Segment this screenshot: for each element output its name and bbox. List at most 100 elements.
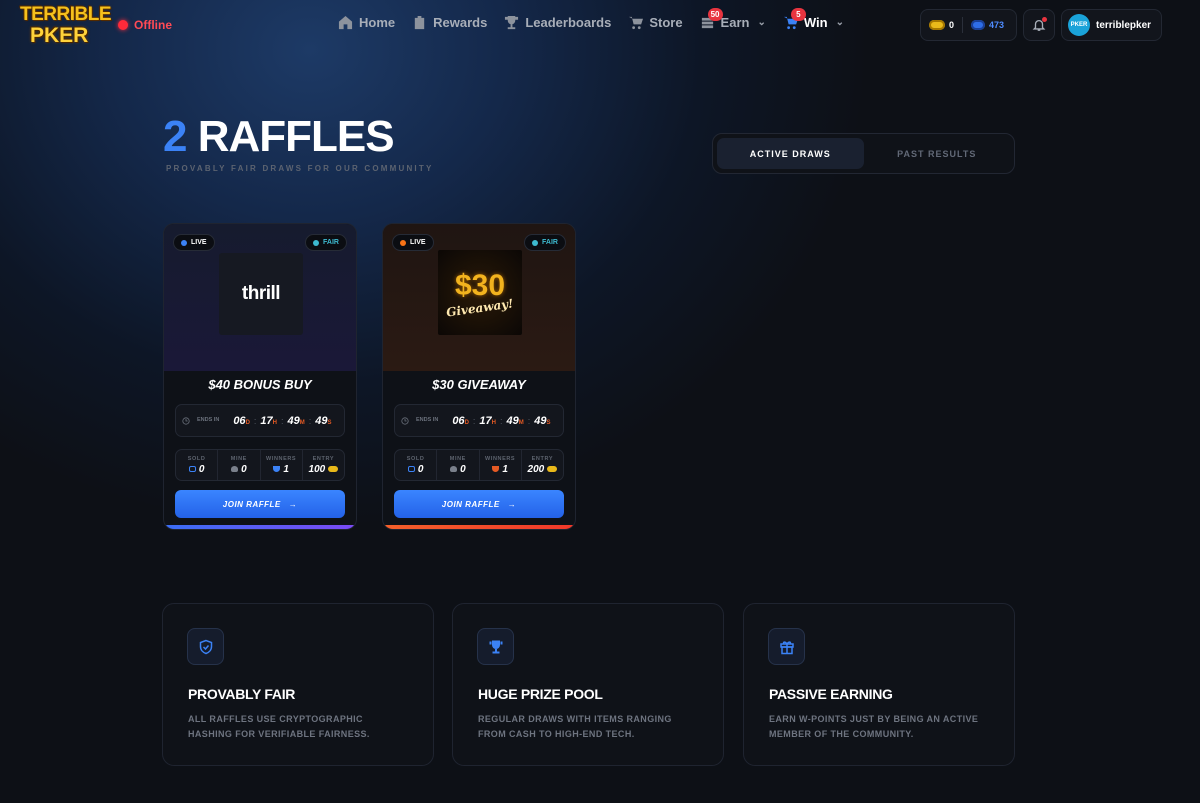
nav-leaderboards[interactable]: Leaderboards xyxy=(504,15,611,30)
stat-value: 100 xyxy=(308,463,326,475)
feature-icon-box xyxy=(768,628,805,665)
fair-badge[interactable]: FAIR xyxy=(524,234,566,251)
top-navbar: TERRIBLE PKER Offline Home Rewards Leade… xyxy=(0,0,1200,52)
nav-earn-label: Earn xyxy=(720,15,750,30)
status-dot-icon xyxy=(118,20,128,30)
days-value: 06D xyxy=(452,414,469,427)
stat-entry: ENTRY 100 xyxy=(303,450,344,480)
stat-winners: WINNERS 1 xyxy=(261,450,303,480)
points-balance: 473 xyxy=(989,20,1005,30)
join-raffle-label: JOIN RAFFLE xyxy=(222,499,281,509)
minutes-value: 49M xyxy=(287,414,305,427)
chevron-down-icon: ⌄ xyxy=(835,17,844,28)
tab-active-draws[interactable]: ACTIVE DRAWS xyxy=(717,138,864,169)
fair-dot-icon xyxy=(532,239,539,246)
raffle-title: $30 GIVEAWAY xyxy=(432,377,526,392)
stat-value: 1 xyxy=(502,463,508,475)
notification-dot xyxy=(1042,17,1047,22)
stat-mine: MINE 0 xyxy=(218,450,261,480)
feature-title: HUGE PRIZE POOL xyxy=(478,686,603,702)
nav-leaderboards-label: Leaderboards xyxy=(525,15,612,30)
page-title-text: RAFFLES xyxy=(197,112,395,161)
stat-value: 200 xyxy=(527,463,545,475)
join-raffle-button[interactable]: JOIN RAFFLE → xyxy=(394,490,564,518)
raffle-title: $40 BONUS BUY xyxy=(208,377,312,392)
nav-home[interactable]: Home xyxy=(338,15,395,30)
live-badge: LIVE xyxy=(173,234,215,251)
hours-value: 17H xyxy=(260,414,278,427)
username: terriblepker xyxy=(1096,19,1152,31)
ticket-icon xyxy=(407,466,415,472)
feature-icon-box xyxy=(187,628,224,665)
nav-earn[interactable]: 50 Earn ⌄ xyxy=(700,8,766,30)
separator: : xyxy=(527,415,531,426)
stat-sold: SOLD 0 xyxy=(395,450,438,480)
shield-icon xyxy=(199,639,212,654)
fair-label: FAIR xyxy=(542,239,558,246)
stat-sold: SOLD 0 xyxy=(176,450,219,480)
stat-value: 0 xyxy=(460,463,466,475)
nav-home-label: Home xyxy=(359,15,396,30)
win-badge: 5 xyxy=(790,8,806,21)
cart-icon xyxy=(629,16,644,30)
connection-status: Offline xyxy=(118,18,172,32)
user-icon xyxy=(450,466,458,472)
stat-label: WINNERS xyxy=(266,455,297,462)
live-dot-icon xyxy=(181,239,187,246)
feature-description: REGULAR DRAWS WITH ITEMS RANGING FROM CA… xyxy=(478,714,672,739)
coin-icon xyxy=(328,466,339,472)
nav-rewards[interactable]: Rewards xyxy=(412,15,487,30)
avatar: PKER xyxy=(1068,14,1090,36)
feature-title: PASSIVE EARNING xyxy=(769,686,893,702)
points-icon xyxy=(971,20,986,30)
coin-icon xyxy=(929,20,945,30)
user-menu[interactable]: PKER terriblepker xyxy=(1061,9,1162,41)
wallet-balance[interactable]: 0 473 xyxy=(920,9,1017,41)
seconds-value: 49S xyxy=(534,414,551,427)
separator: : xyxy=(308,415,312,426)
ends-in-label: ENDS IN xyxy=(197,417,220,423)
card-accent-bar xyxy=(383,525,575,529)
site-logo[interactable]: TERRIBLE PKER xyxy=(18,2,112,48)
raffle-card-header: LIVE FAIR $30 Giveaway! xyxy=(383,224,575,371)
user-icon xyxy=(231,466,239,472)
days-value: 06D xyxy=(233,414,250,427)
prize-image: thrill xyxy=(219,253,303,335)
nav-store[interactable]: Store xyxy=(628,15,683,30)
stat-value: 0 xyxy=(198,463,205,475)
nav-win[interactable]: 5 Win ⌄ xyxy=(783,8,844,30)
separator: : xyxy=(472,415,476,426)
nav-store-label: Store xyxy=(649,15,683,30)
countdown-timer: ENDS IN 06D : 17H : 49M : 49S xyxy=(394,404,564,437)
raffle-card[interactable]: LIVE FAIR $30 Giveaway! $30 GIVEAWAY END… xyxy=(382,223,576,530)
trophy-icon xyxy=(505,15,519,30)
live-label: LIVE xyxy=(410,239,426,246)
raffle-card[interactable]: LIVE FAIR thrill $40 BONUS BUY ENDS IN 0… xyxy=(163,223,357,530)
feature-card: PROVABLY FAIR ALL RAFFLES USE CRYPTOGRAP… xyxy=(162,603,434,766)
stat-label: ENTRY xyxy=(312,455,335,462)
fair-dot-icon xyxy=(313,239,320,246)
stat-label: ENTRY xyxy=(531,455,554,462)
stat-winners: WINNERS 1 xyxy=(480,450,522,480)
live-dot-icon xyxy=(400,239,406,246)
raffle-stats: SOLD 0 MINE 0 WINNERS 1 ENTRY 100 xyxy=(175,449,345,481)
fair-badge[interactable]: FAIR xyxy=(305,234,347,251)
raffle-card-header: LIVE FAIR thrill xyxy=(164,224,356,371)
logo-text-bottom: PKER xyxy=(30,24,89,47)
minutes-value: 49M xyxy=(506,414,524,427)
prize-image: $30 Giveaway! xyxy=(438,250,522,335)
ticket-icon xyxy=(188,466,196,472)
stat-label: WINNERS xyxy=(485,455,516,462)
status-text: Offline xyxy=(134,18,172,32)
tab-past-results[interactable]: PAST RESULTS xyxy=(864,138,1011,169)
notifications-button[interactable] xyxy=(1023,9,1055,41)
arrow-right-icon: → xyxy=(288,499,298,509)
countdown-timer: ENDS IN 06D : 17H : 49M : 49S xyxy=(175,404,345,437)
join-raffle-button[interactable]: JOIN RAFFLE → xyxy=(175,490,345,518)
raffle-count: 2 xyxy=(163,112,188,161)
feature-card: PASSIVE EARNING EARN W-POINTS JUST BY BE… xyxy=(743,603,1015,766)
stat-label: SOLD xyxy=(406,455,425,462)
nav-win-label: Win xyxy=(803,15,828,30)
logo-text-top: TERRIBLE xyxy=(20,4,112,25)
divider xyxy=(962,17,964,33)
